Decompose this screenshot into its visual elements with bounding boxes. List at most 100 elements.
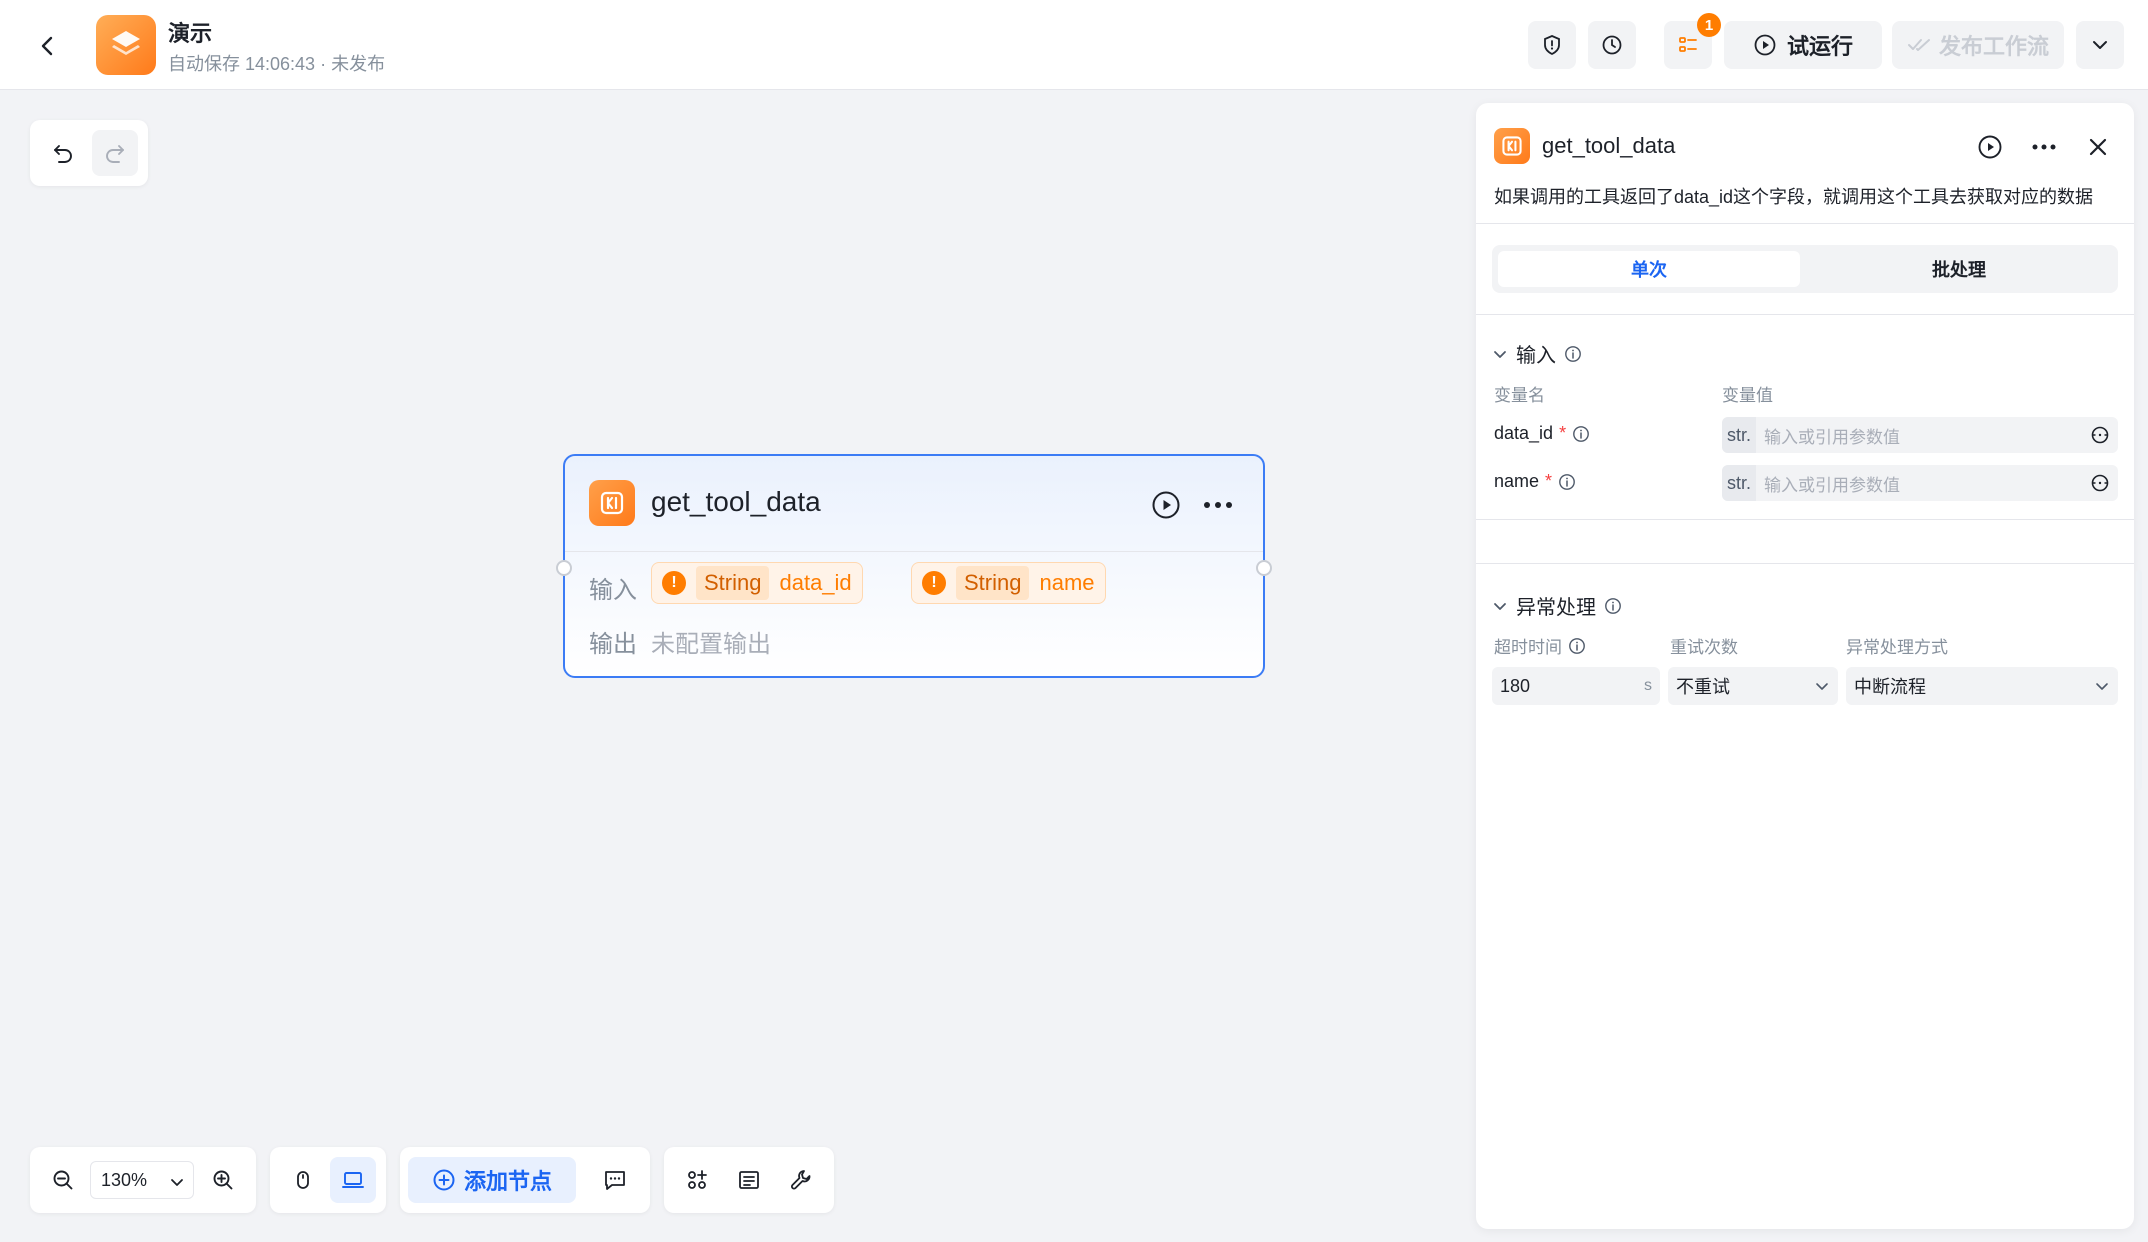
variable-ref-icon [2091, 426, 2109, 444]
exception-section-toggle[interactable]: 异常处理 [1492, 591, 1622, 620]
zoom-out-icon [53, 1170, 73, 1190]
back-button[interactable] [30, 28, 66, 64]
play-circle-icon [1152, 491, 1180, 519]
plugin-icon [1494, 128, 1530, 164]
reference-button[interactable] [2082, 417, 2118, 453]
autosave-status: 自动保存 14:06:43 · 未发布 [168, 54, 386, 74]
input-placeholder: 输入或引用参数值 [1764, 475, 1900, 495]
test-run-button[interactable]: 试运行 [1724, 21, 1882, 69]
minimap-button[interactable] [726, 1157, 772, 1203]
tab-single[interactable]: 单次 [1498, 251, 1800, 287]
zoom-in-button[interactable] [200, 1157, 246, 1203]
panel-close-button[interactable] [2082, 131, 2114, 163]
timeout-value: 180 [1500, 675, 1531, 696]
publish-button[interactable]: 发布工作流 [1892, 21, 2064, 69]
var-name-label: data_id [1494, 423, 1554, 443]
timeout-unit: s [1644, 677, 1652, 694]
settings-tool-button[interactable] [778, 1157, 824, 1203]
trackpad-mode-button[interactable] [330, 1157, 376, 1203]
info-icon[interactable] [1558, 473, 1576, 491]
test-run-label: 试运行 [1786, 34, 1853, 59]
zoom-controls: 130% [30, 1147, 256, 1213]
history-controls [30, 120, 148, 186]
panel-run-button[interactable] [1974, 131, 2006, 163]
redo-icon [106, 145, 124, 163]
input-type: String [696, 566, 770, 600]
col-var-name: 变量名 [1494, 386, 1545, 405]
top-header: 演示 自动保存 14:06:43 · 未发布 1 试运行 发布工作流 [0, 0, 2148, 90]
info-icon[interactable] [1564, 345, 1582, 363]
panel-description: 如果调用的工具返回了data_id这个字段，就调用这个工具去获取对应的数据 [1494, 187, 2094, 207]
variable-ref-icon [2091, 474, 2109, 492]
input-name: data_id [779, 570, 852, 595]
node-input-label: 输入 [589, 577, 637, 604]
node-more-button[interactable] [1201, 488, 1235, 522]
zoom-out-button[interactable] [40, 1157, 86, 1203]
handling-value: 中断流程 [1854, 677, 1926, 697]
divider [1476, 519, 2134, 520]
list-check-icon [1679, 37, 1697, 52]
exception-section-title: 异常处理 [1516, 597, 1596, 619]
publish-options-button[interactable] [2076, 21, 2124, 69]
undo-button[interactable] [40, 130, 86, 176]
workflow-node[interactable]: get_tool_data 输入 ! String data_id ! Stri… [556, 454, 1272, 678]
var-value-input-name[interactable]: str. 输入或引用参数值 [1722, 465, 2118, 501]
comment-icon [605, 1171, 625, 1190]
wrench-icon [791, 1170, 811, 1190]
panel-title: get_tool_data [1542, 133, 1676, 158]
security-button[interactable] [1528, 21, 1576, 69]
retry-label: 重试次数 [1670, 638, 1738, 657]
retry-value: 不重试 [1676, 677, 1730, 697]
info-icon[interactable] [1604, 597, 1622, 615]
divider [1476, 314, 2134, 315]
var-name-label: name [1494, 471, 1540, 491]
node-header: get_tool_data [565, 456, 1263, 552]
plus-circle-icon [433, 1169, 455, 1191]
redo-button[interactable] [92, 130, 138, 176]
panel-more-button[interactable] [2028, 131, 2060, 163]
timeout-label-group: 超时时间 [1494, 633, 1586, 658]
node-output-value: 未配置输出 [651, 631, 771, 658]
app-title: 演示 [168, 21, 213, 46]
zoom-select[interactable]: 130% [90, 1161, 194, 1199]
close-icon [2089, 138, 2107, 156]
layers-icon [112, 31, 140, 55]
reference-button[interactable] [2082, 465, 2118, 501]
input-type: String [956, 566, 1030, 600]
var-value-input-data-id[interactable]: str. 输入或引用参数值 [1722, 417, 2118, 453]
input-port[interactable] [556, 560, 572, 576]
mouse-mode-button[interactable] [280, 1157, 326, 1203]
input-placeholder: 输入或引用参数值 [1764, 427, 1900, 447]
warning-icon: ! [662, 571, 686, 595]
col-var-value: 变量值 [1722, 386, 1773, 405]
chevron-down-icon [2093, 41, 2107, 49]
info-icon[interactable] [1572, 425, 1590, 443]
clock-icon [1602, 35, 1622, 55]
required-mark: * [1559, 423, 1567, 443]
add-node-label: 添加节点 [463, 1169, 552, 1194]
node-output-label: 输出 [589, 631, 637, 658]
history-button[interactable] [1588, 21, 1636, 69]
more-horizontal-icon [1204, 502, 1232, 508]
laptop-icon [342, 1172, 364, 1188]
plugin-icon [589, 480, 635, 526]
retry-select[interactable]: 不重试 [1668, 667, 1838, 705]
input-section-title: 输入 [1516, 345, 1556, 367]
timeout-input[interactable]: 180 s [1492, 667, 1660, 705]
comment-button[interactable] [592, 1157, 638, 1203]
required-mark: * [1545, 471, 1553, 491]
input-chip-data-id: ! String data_id [651, 562, 863, 604]
side-handle[interactable] [2136, 570, 2142, 790]
output-port[interactable] [1256, 560, 1272, 576]
info-icon[interactable] [1568, 637, 1586, 655]
input-section-toggle[interactable]: 输入 [1492, 339, 1582, 368]
node-title: get_tool_data [651, 486, 821, 517]
add-node-button[interactable]: 添加节点 [408, 1157, 576, 1203]
notification-badge: 1 [1697, 13, 1721, 37]
play-circle-icon [1978, 135, 2002, 159]
arrange-button[interactable] [674, 1157, 720, 1203]
chevron-left-icon [41, 36, 53, 56]
handling-select[interactable]: 中断流程 [1846, 667, 2118, 705]
node-run-button[interactable] [1149, 488, 1183, 522]
tab-batch[interactable]: 批处理 [1808, 251, 2110, 287]
